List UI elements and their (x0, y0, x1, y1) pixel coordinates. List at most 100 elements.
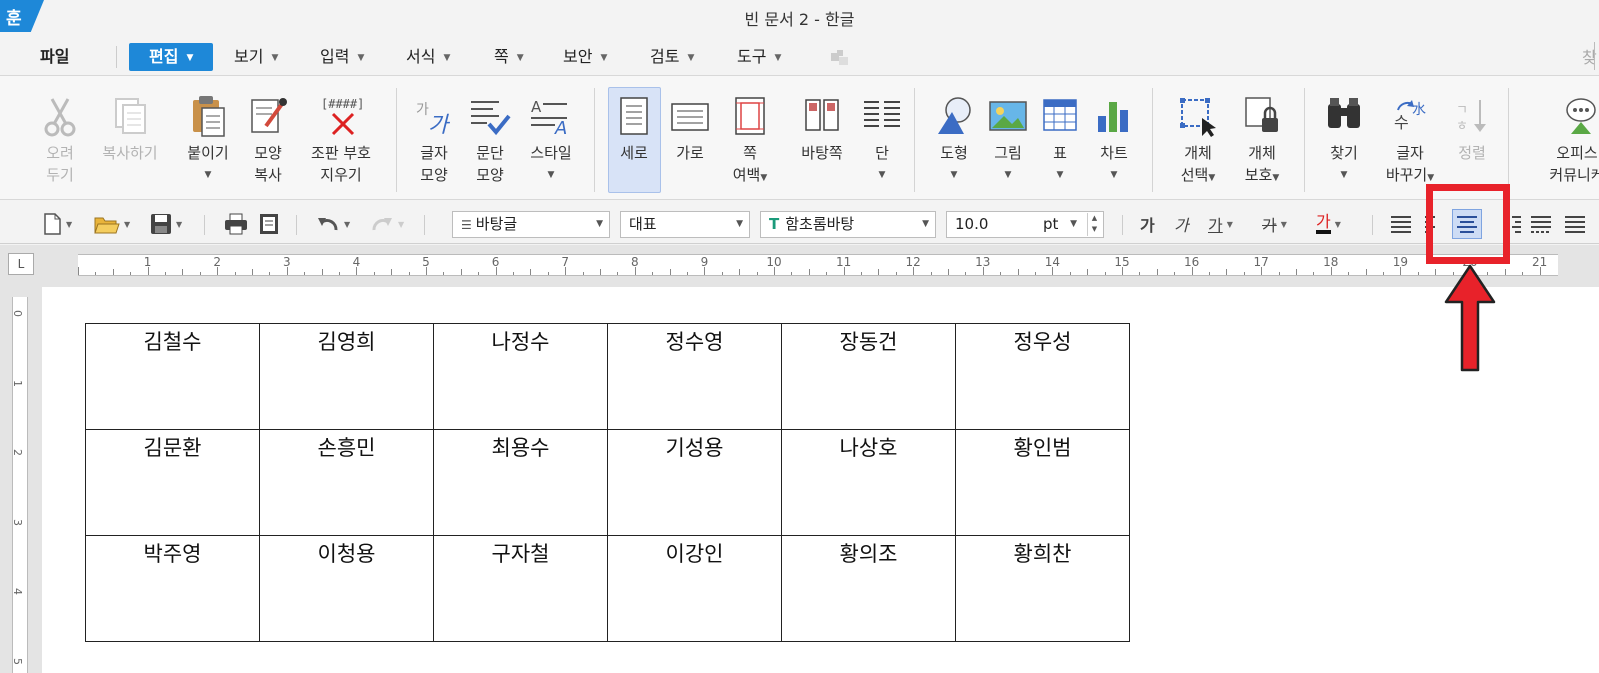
font-size-input[interactable]: 10.0 pt ▼ ▲ ▼ (946, 211, 1104, 238)
columns-button[interactable]: 단 ▼ (862, 90, 902, 186)
chevron-down-icon[interactable]: ▼ (66, 220, 72, 229)
master-page-button[interactable]: 바탕쪽 (790, 90, 854, 164)
shape-button[interactable]: 도형 ▼ (932, 90, 976, 186)
menu-page[interactable]: 쪽 ▼ (494, 43, 524, 71)
chevron-down-icon[interactable]: ▼ (398, 220, 404, 229)
table-cell[interactable]: 최용수 (433, 429, 608, 536)
picture-icon (986, 90, 1030, 142)
align-right-button[interactable] (1512, 211, 1522, 237)
object-protect-button[interactable]: 개체 보호▼ (1236, 90, 1288, 189)
clear-marks-button[interactable]: [####] 조판 부호 지우기 (302, 90, 380, 186)
master-page-label: 바탕쪽 (801, 144, 843, 162)
table-cell[interactable]: 김철수 (85, 323, 260, 430)
table-cell[interactable]: 나상호 (781, 429, 956, 536)
chevron-down-icon[interactable]: ▼ (1322, 164, 1366, 186)
chevron-down-icon[interactable]: ▼ (1227, 220, 1233, 229)
split-button[interactable] (1564, 211, 1586, 237)
menu-review[interactable]: 검토 ▼ (650, 43, 694, 71)
distribute-button[interactable] (1530, 211, 1552, 237)
menu-tools[interactable]: 도구 ▼ (737, 43, 781, 71)
landscape-button[interactable]: 가로 (668, 90, 712, 164)
horizontal-ruler[interactable]: 1 2 3 4 5 6 7 8 9 10 11 12 13 14 15 16 17 18 19 20 21 (78, 254, 1558, 276)
print-button[interactable] (224, 211, 248, 237)
chevron-down-icon[interactable]: ▼ (760, 173, 767, 183)
table-cell[interactable]: 김문환 (85, 429, 260, 536)
object-select-button[interactable]: 개체 선택▼ (1172, 90, 1224, 189)
menu-insert[interactable]: 입력 ▼ (320, 43, 364, 71)
chevron-down-icon[interactable]: ▼ (1427, 173, 1434, 183)
page-margin-button[interactable]: 쪽 여백▼ (722, 90, 778, 189)
table-cell[interactable]: 이청용 (259, 535, 434, 642)
portrait-button[interactable]: 세로 (612, 90, 656, 164)
chevron-down-icon[interactable]: ▼ (176, 220, 182, 229)
underline-button[interactable]: 가 ▼ (1208, 211, 1233, 237)
format-copy-button[interactable]: 모양 복사 (246, 90, 290, 186)
table-cell[interactable]: 황희찬 (955, 535, 1130, 642)
table-cell[interactable]: 손흥민 (259, 429, 434, 536)
chevron-down-icon[interactable]: ▼ (862, 164, 902, 186)
table-cell[interactable]: 정수영 (607, 323, 782, 430)
chevron-down-icon[interactable]: ▼ (1208, 173, 1215, 183)
table-button[interactable]: 표 ▼ (1040, 90, 1080, 186)
open-button[interactable]: ▼ (94, 211, 130, 237)
picture-button[interactable]: 그림 ▼ (986, 90, 1030, 186)
menu-file[interactable]: 파일 (40, 43, 69, 71)
menu-edit[interactable]: 편집 ▼ (129, 43, 213, 71)
chevron-down-icon[interactable]: ▼ (1272, 173, 1279, 183)
undo-button[interactable]: ▼ (316, 211, 350, 237)
table-cell[interactable]: 황인범 (955, 429, 1130, 536)
copy-button[interactable]: 복사하기 (94, 90, 166, 164)
chevron-down-icon[interactable]: ▼ (124, 220, 130, 229)
paste-button[interactable]: 붙이기 ▼ (180, 90, 236, 186)
chevron-down-icon[interactable]: ▼ (1335, 220, 1341, 229)
chevron-down-icon[interactable]: ▼ (344, 220, 350, 229)
style-select[interactable]: ☰ 바탕글 ▼ (452, 211, 610, 238)
table-cell[interactable]: 황의조 (781, 535, 956, 642)
menu-view[interactable]: 보기 ▼ (234, 43, 278, 71)
strikethrough-button[interactable]: 가 ▼ (1262, 211, 1287, 237)
font-select[interactable]: T 함초롬바탕 ▼ (760, 211, 936, 238)
chevron-down-icon[interactable]: ▼ (180, 164, 236, 186)
sort-button[interactable]: ㄱㅎ 정렬 (1452, 90, 1492, 164)
style-button[interactable]: AA 스타일 ▼ (524, 90, 578, 186)
language-select[interactable]: 대표 ▼ (620, 211, 750, 238)
table-cell[interactable]: 김영희 (259, 323, 434, 430)
font-size-spinner[interactable]: ▲ ▼ (1087, 213, 1101, 236)
menu-format[interactable]: 서식 ▼ (406, 43, 450, 71)
chevron-down-icon[interactable]: ▼ (932, 164, 976, 186)
cut-button[interactable]: 오려 두기 (38, 90, 82, 186)
italic-button[interactable]: 가 (1174, 211, 1189, 237)
redo-button[interactable]: ▼ (370, 211, 404, 237)
toolbox-icon[interactable] (829, 49, 851, 67)
office-communicator-button[interactable]: 오피스 커뮤니케 (1532, 90, 1599, 186)
document-page[interactable]: 김철수 김영희 나정수 정수영 장동건 정우성 김문환 손흥민 최용수 기성용 … (42, 287, 1599, 673)
table-cell[interactable]: 나정수 (433, 323, 608, 430)
vertical-ruler[interactable]: 0 1 2 3 4 5 (11, 297, 28, 673)
chevron-down-icon[interactable]: ▼ (1092, 164, 1136, 186)
table-cell[interactable]: 장동건 (781, 323, 956, 430)
new-document-button[interactable]: ▼ (42, 211, 72, 237)
table-cell[interactable]: 박주영 (85, 535, 260, 642)
chevron-down-icon[interactable]: ▼ (524, 164, 578, 186)
menu-security[interactable]: 보안 ▼ (563, 43, 607, 71)
preview-button[interactable] (258, 211, 280, 237)
table-cell[interactable]: 이강인 (607, 535, 782, 642)
replace-button[interactable]: 수水 글자 바꾸기▼ (1384, 90, 1436, 189)
chevron-down-icon[interactable]: ▼ (1040, 164, 1080, 186)
table-cell[interactable]: 구자철 (433, 535, 608, 642)
chat-icon (1532, 90, 1599, 142)
table-cell[interactable]: 정우성 (955, 323, 1130, 430)
table-cell[interactable]: 기성용 (607, 429, 782, 536)
para-shape-button[interactable]: 문단 모양 (468, 90, 512, 186)
tab-type-button[interactable]: L (8, 253, 34, 275)
font-color-button[interactable]: 가 ▼ (1316, 211, 1341, 237)
document-table[interactable]: 김철수 김영희 나정수 정수영 장동건 정우성 김문환 손흥민 최용수 기성용 … (85, 323, 1130, 642)
char-shape-button[interactable]: 가가 글자 모양 (414, 90, 454, 186)
chevron-down-icon[interactable]: ▼ (986, 164, 1030, 186)
save-button[interactable]: ▼ (150, 211, 182, 237)
chart-button[interactable]: 차트 ▼ (1092, 90, 1136, 186)
bold-button[interactable]: 가 (1140, 211, 1155, 237)
chevron-down-icon[interactable]: ▼ (1281, 220, 1287, 229)
find-button[interactable]: 찾기 ▼ (1322, 90, 1366, 186)
align-justify-button[interactable] (1390, 211, 1412, 237)
